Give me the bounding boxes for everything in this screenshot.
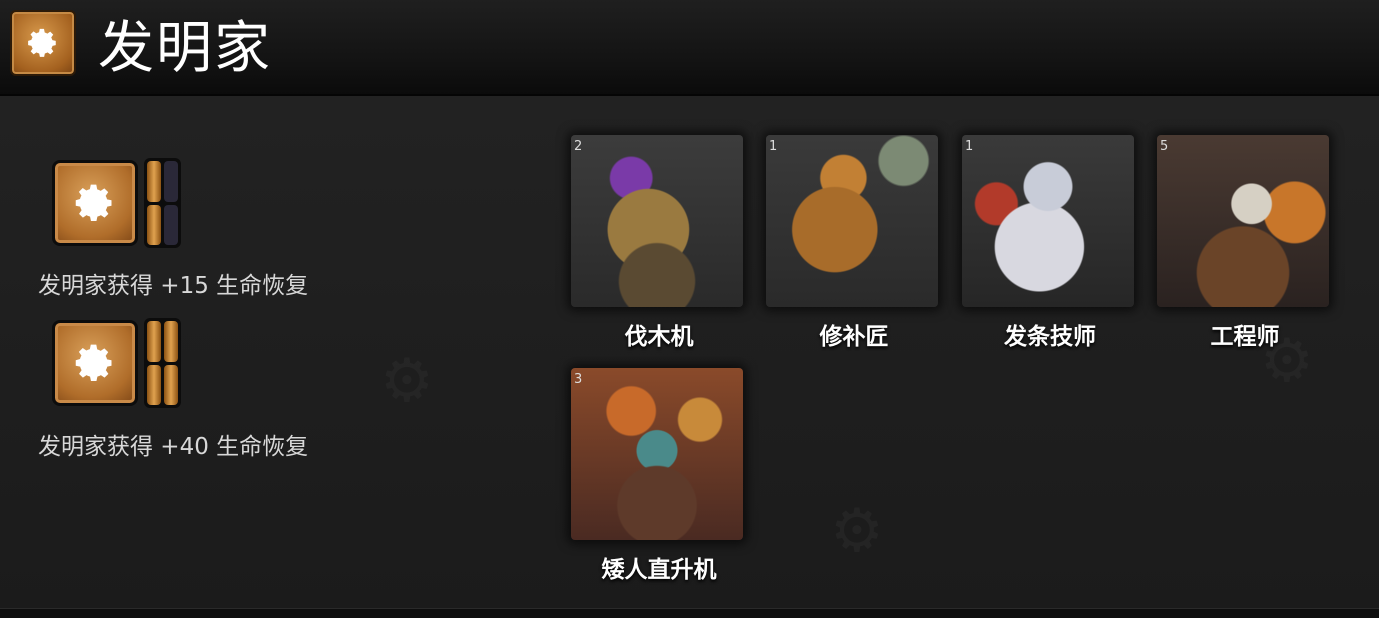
tier-2-badge xyxy=(52,318,181,408)
hero-portrait: 5 xyxy=(1157,135,1329,307)
pip xyxy=(147,321,161,405)
pip xyxy=(164,161,178,245)
hero-card-tinker[interactable]: 1 修补匠 xyxy=(766,135,942,351)
hero-card-timbersaw[interactable]: 2 伐木机 xyxy=(571,135,747,351)
hero-card-techies[interactable]: 5 工程师 xyxy=(1157,135,1333,351)
tier-1-icon xyxy=(52,160,138,246)
hero-name: 发条技师 xyxy=(1004,324,1096,350)
hero-level: 1 xyxy=(769,139,778,154)
hero-level: 3 xyxy=(574,372,583,387)
tier-2-description: 发明家获得 +40 生命恢复 xyxy=(38,434,309,460)
hero-level: 2 xyxy=(574,139,583,154)
hero-name: 工程师 xyxy=(1210,324,1280,350)
hero-level: 5 xyxy=(1160,139,1169,154)
alliance-gear-icon xyxy=(10,10,76,76)
hero-portrait: 1 xyxy=(766,135,938,307)
hero-name: 修补匠 xyxy=(819,324,889,350)
hero-level: 1 xyxy=(965,139,974,154)
hero-portrait: 3 xyxy=(571,368,743,540)
pip xyxy=(147,161,161,245)
gear-icon xyxy=(28,28,56,57)
hero-name: 矮人直升机 xyxy=(601,557,717,583)
hero-portrait: 2 xyxy=(571,135,743,307)
hero-card-clockwerk[interactable]: 1 发条技师 xyxy=(962,135,1138,351)
tier-1-description: 发明家获得 +15 生命恢复 xyxy=(38,273,309,299)
tier-2-icon xyxy=(52,320,138,406)
pip xyxy=(164,321,178,405)
gear-icon xyxy=(75,344,112,381)
hero-name: 伐木机 xyxy=(624,324,694,350)
tier-2-progress-pips xyxy=(144,318,181,408)
gear-icon xyxy=(75,184,112,221)
tier-1-progress-pips xyxy=(144,158,181,248)
tier-1-badge xyxy=(52,158,181,248)
header-bar: 发明家 xyxy=(0,0,1379,96)
hero-portrait: 1 xyxy=(962,135,1134,307)
hero-card-gyrocopter[interactable]: 3 矮人直升机 xyxy=(571,368,747,584)
page-title: 发明家 xyxy=(98,16,272,81)
